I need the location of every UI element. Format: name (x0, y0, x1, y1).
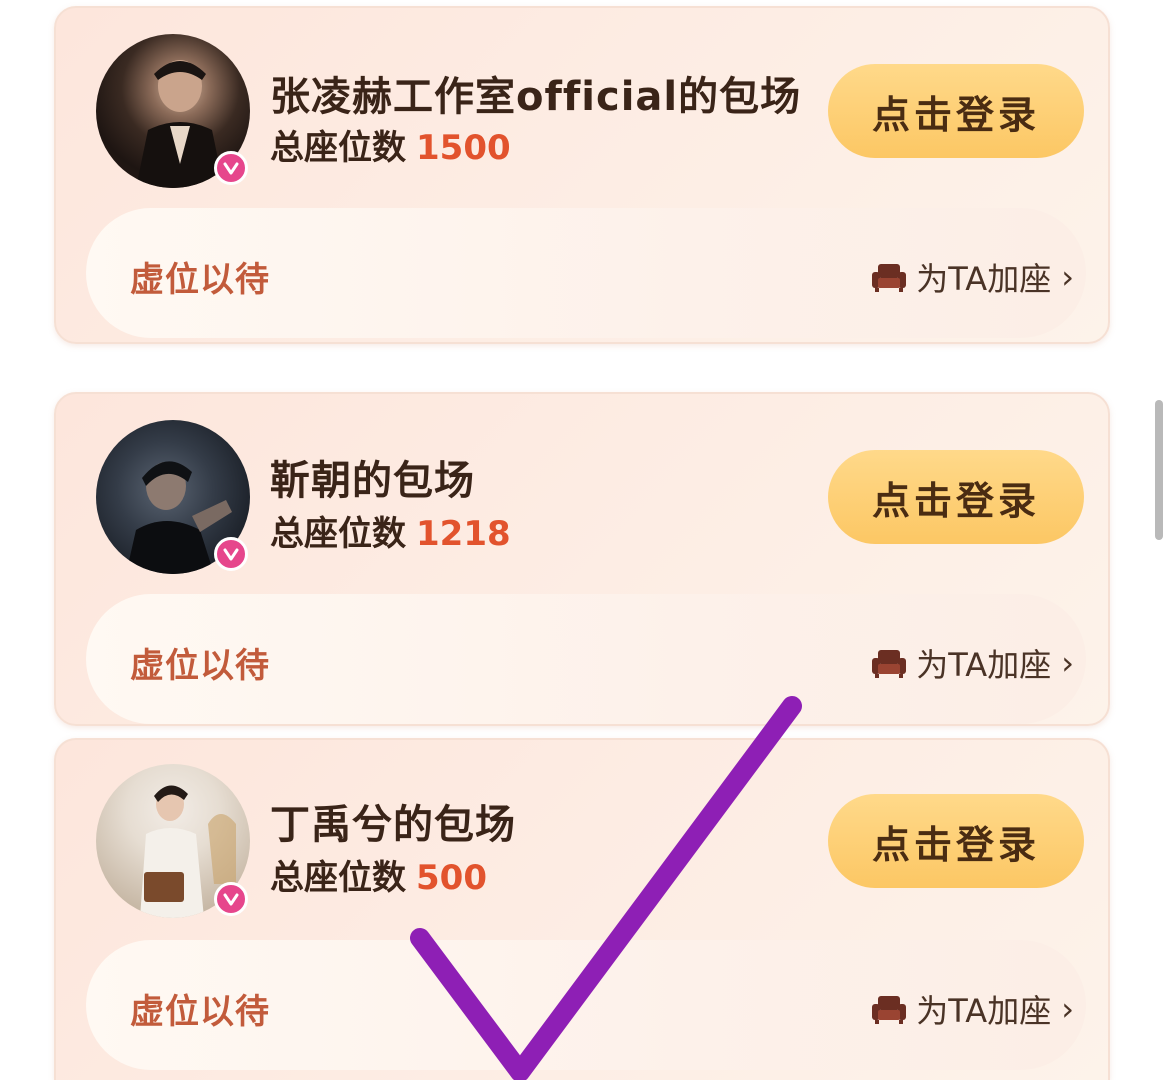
verified-badge-icon (214, 151, 248, 185)
login-button[interactable]: 点击登录 (828, 794, 1084, 888)
login-button[interactable]: 点击登录 (828, 450, 1084, 544)
add-seat-link[interactable]: 为TA加座 › (872, 640, 1074, 686)
seats-label: 总座位数 (270, 514, 406, 554)
sofa-icon (872, 996, 907, 1024)
sofa-icon (872, 650, 907, 678)
add-seat-link[interactable]: 为TA加座 › (872, 986, 1074, 1032)
total-seats: 总座位数 1500 (270, 120, 511, 169)
sofa-icon (872, 264, 907, 292)
total-seats: 总座位数 500 (270, 850, 487, 899)
add-seat-label: 为TA加座 (916, 260, 1052, 298)
seat-bar: 虚位以待 为TA加座 › (86, 208, 1086, 338)
vacant-label: 虚位以待 (130, 646, 270, 686)
room-card: 张凌赫工作室official的包场 总座位数 1500 点击登录 虚位以待 为TA… (54, 6, 1110, 344)
seats-label: 总座位数 (270, 858, 406, 898)
verified-badge-icon (214, 537, 248, 571)
seat-bar: 虚位以待 为TA加座 › (86, 940, 1086, 1070)
room-card: 丁禹兮的包场 总座位数 500 点击登录 虚位以待 为TA加座 › (54, 738, 1110, 1080)
room-title: 张凌赫工作室official的包场 (270, 74, 802, 120)
add-seat-label: 为TA加座 (916, 646, 1052, 684)
verified-badge-icon (214, 882, 248, 916)
total-seats: 总座位数 1218 (270, 506, 511, 555)
scrollbar-thumb[interactable] (1155, 400, 1163, 540)
chevron-right-icon: › (1061, 258, 1074, 296)
room-card: 靳朝的包场 总座位数 1218 点击登录 虚位以待 为TA加座 › (54, 392, 1110, 726)
seat-bar: 虚位以待 为TA加座 › (86, 594, 1086, 724)
room-title: 靳朝的包场 (270, 458, 475, 504)
vacant-label: 虚位以待 (130, 260, 270, 300)
chevron-right-icon: › (1061, 644, 1074, 682)
login-button[interactable]: 点击登录 (828, 64, 1084, 158)
add-seat-link[interactable]: 为TA加座 › (872, 254, 1074, 300)
room-title: 丁禹兮的包场 (270, 802, 516, 848)
add-seat-label: 为TA加座 (916, 992, 1052, 1030)
seats-value: 1218 (416, 514, 511, 554)
seats-value: 1500 (416, 128, 511, 168)
chevron-right-icon: › (1061, 990, 1074, 1028)
seats-label: 总座位数 (270, 128, 406, 168)
seats-value: 500 (416, 858, 487, 898)
vacant-label: 虚位以待 (130, 992, 270, 1032)
